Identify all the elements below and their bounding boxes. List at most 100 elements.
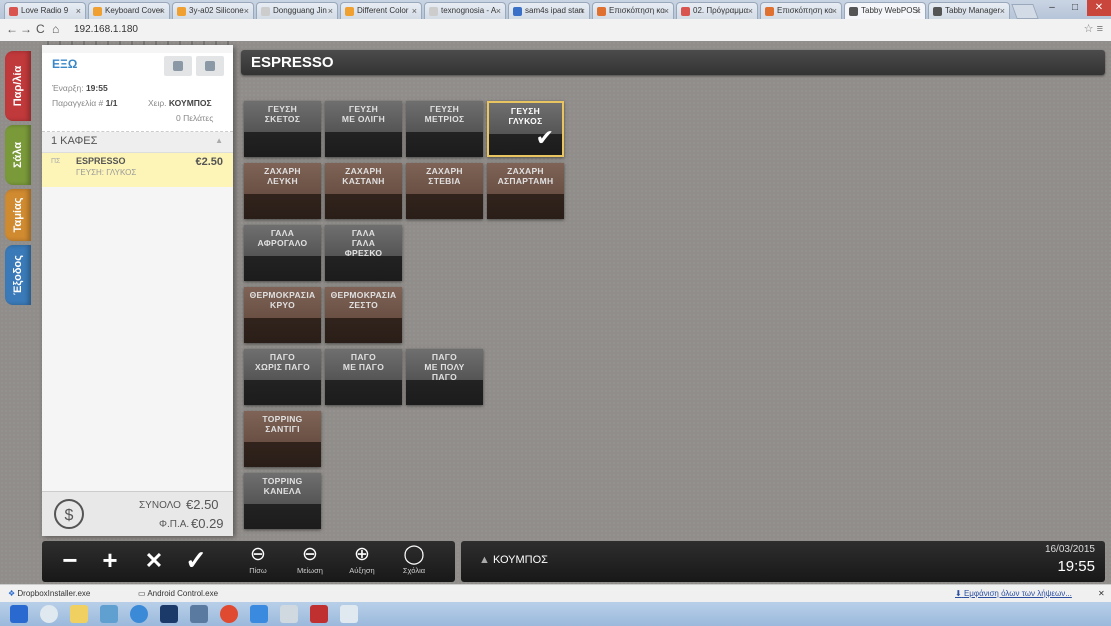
reload-icon[interactable]: C [36,22,45,36]
bookmark-star-icon[interactable]: ☆ ≡ [1084,22,1103,35]
paint-icon[interactable] [280,605,298,623]
option-tile[interactable]: ΓΑΛΑ ΓΑΛΑ ΦΡΕΣΚΟ [325,225,402,281]
minimize-button[interactable]: – [1041,0,1063,16]
option-tile[interactable]: ΖΑΧΑΡΗ ΚΑΣΤΑΝΗ [325,163,402,219]
start-icon[interactable] [10,605,28,623]
option-tile[interactable]: ΓΕΥΣΗ ΜΕΤΡΙΟΣ [406,101,483,157]
maximize-button[interactable]: □ [1064,0,1086,16]
option-tile[interactable]: ΘΕΡΜΟΚΡΑΣΙΑ ΚΡΥΟ [244,287,321,343]
option-label-line: ΓΑΛΑ [351,228,376,238]
order-mode: ΕΞΩ [52,57,78,71]
increase-button[interactable]: ⊕ Αύξηση [342,544,382,580]
decrease-button[interactable]: ⊖ Μείωση [290,544,330,580]
tab-close-icon[interactable]: × [832,3,837,19]
url-field[interactable]: 192.168.1.180 [74,22,1064,37]
close-window-button[interactable]: ✕ [1087,0,1111,16]
tab-close-icon[interactable]: × [412,3,417,19]
option-label-line: TOPPING [262,476,303,486]
app-icon[interactable] [250,605,268,623]
tab-close-icon[interactable]: × [160,3,165,19]
order-line-item[interactable]: ΠΣ ESPRESSO ΓΕΥΣΗ: ΓΛΥΚΟΣ €2.50 [42,153,233,187]
payment-coins-icon[interactable]: $ [54,499,84,529]
tab-close-icon[interactable]: × [76,3,81,19]
option-label-line: ΧΩΡΙΣ ΠΑΓΟ [255,362,310,372]
option-tile[interactable]: ΘΕΡΜΟΚΡΑΣΙΑ ΖΕΣΤΟ [325,287,402,343]
option-label-line: ΑΣΠΑΡΤΑΜΗ [497,176,554,186]
side-tab[interactable]: Έξοδος [5,245,31,305]
side-tab[interactable]: Ταμίας [5,189,31,241]
option-label-line: ΘΕΡΜΟΚΡΑΣΙΑ [249,290,316,300]
download-item[interactable]: ▭ Android Control.exe [138,589,218,598]
show-all-downloads-link[interactable]: ⬇ Εμφάνιση όλων των λήψεων... [955,589,1072,598]
option-tile[interactable]: ΓΕΥΣΗ ΓΛΥΚΟΣ ✔ [487,101,564,157]
item-name: ESPRESSO [76,156,126,166]
option-tile[interactable]: ΖΑΧΑΡΗ ΑΣΠΑΡΤΑΜΗ [487,163,564,219]
tab-close-icon[interactable]: × [664,3,669,19]
start-time: Έναρξη: 19:55 [52,83,108,93]
category-header[interactable]: 1 ΚΑΦΕΣ ▲ [42,132,233,153]
side-tab[interactable]: Σάλα [5,125,31,185]
tab-close-icon[interactable]: × [748,3,753,19]
side-tab-label: Σάλα [12,141,24,169]
option-tile[interactable]: ΖΑΧΑΡΗ ΛΕΥΚΗ [244,163,321,219]
comments-button[interactable]: ◯ Σχόλια [394,544,434,580]
red-app-icon[interactable] [310,605,328,623]
folder-icon[interactable] [70,605,88,623]
forward-arrow-icon[interactable]: → [20,22,32,36]
home-icon[interactable]: ⌂ [52,22,59,36]
tab-close-icon[interactable]: × [244,3,249,19]
option-tile[interactable]: TOPPING ΣΑΝΤΙΓΙ [244,411,321,467]
option-label: ΖΑΧΑΡΗ ΛΕΥΚΗ [244,166,321,186]
browser-tab[interactable]: Keyboard Cover × [88,2,170,19]
back-arrow-icon[interactable]: ← [6,22,18,36]
browser-tab[interactable]: Love Radio 9 × [4,2,86,19]
notepad-icon[interactable] [340,605,358,623]
option-tile[interactable]: ΓΑΛΑ ΑΦΡΟΓΑΛΟ [244,225,321,281]
browser-tab[interactable]: Dongguang Jin × [256,2,338,19]
chrome-icon[interactable] [220,605,238,623]
download-item[interactable]: ❖ DropboxInstaller.exe [8,589,90,598]
transfer-button[interactable] [196,56,224,76]
browser-tab[interactable]: Επισκόπηση κο × [592,2,674,19]
back-button[interactable]: ⊖ Πίσω [238,544,278,580]
photoshop-icon[interactable] [160,605,178,623]
totals-area: $ ΣΥΝΟΛΟ €2.50 Φ.Π.Α. €0.29 [42,491,233,536]
confirm-button[interactable]: ✓ [180,545,212,576]
option-label-line: ΓΕΥΣΗ [429,104,460,114]
tab-close-icon[interactable]: × [916,3,921,19]
option-tile[interactable]: ΠΑΓΟ ΧΩΡΙΣ ΠΑΓΟ [244,349,321,405]
collapse-caret-icon[interactable]: ▲ [215,136,223,145]
minus-button[interactable]: − [54,545,86,576]
option-tile[interactable]: ΠΑΓΟ ΜΕ ΠΟΛΥ ΠΑΓΟ [406,349,483,405]
browser-tab[interactable]: Different Color × [340,2,422,19]
option-tile[interactable]: TOPPING ΚΑΝΕΛΑ [244,473,321,529]
option-label: ΠΑΓΟ ΧΩΡΙΣ ΠΑΓΟ [244,352,321,372]
ie-icon[interactable] [130,605,148,623]
tab-close-icon[interactable]: × [328,3,333,19]
side-tab[interactable]: Παρ/λία [5,51,31,121]
option-tile[interactable]: ΖΑΧΑΡΗ ΣΤΕΒΙΑ [406,163,483,219]
customer-button[interactable] [164,56,192,76]
option-label-line: ΜΕ ΠΑΓΟ [342,362,385,372]
delete-button[interactable]: ✕ [138,548,170,574]
close-downloads-icon[interactable]: ✕ [1098,589,1105,598]
browser-tab[interactable]: 02. Πρόγραμμα × [676,2,758,19]
tab-close-icon[interactable]: × [580,3,585,19]
tab-close-icon[interactable]: × [496,3,501,19]
option-label-line: ΜΕ ΟΛΙΓΗ [341,114,386,124]
browser-tab[interactable]: texnognosia - A × [424,2,506,19]
new-tab-button[interactable] [1011,4,1039,19]
browser-tab[interactable]: sam4s ipad stan × [508,2,590,19]
browser-tab[interactable]: Επισκόπηση κο × [760,2,842,19]
browser-tab[interactable]: 3y-a02 Silicone × [172,2,254,19]
tab-close-icon[interactable]: × [1000,3,1005,19]
monitor-icon[interactable] [190,605,208,623]
plus-button[interactable]: + [94,545,126,576]
chrome-taskbar-icon[interactable] [40,605,58,623]
browser-tab[interactable]: Tabby WebPOS! × [844,2,926,19]
browser-tab[interactable]: Tabby Manager × [928,2,1010,19]
camera-icon[interactable] [100,605,118,623]
option-tile[interactable]: ΓΕΥΣΗ ΣΚΕΤΟΣ [244,101,321,157]
option-tile[interactable]: ΓΕΥΣΗ ΜΕ ΟΛΙΓΗ [325,101,402,157]
option-tile[interactable]: ΠΑΓΟ ΜΕ ΠΑΓΟ [325,349,402,405]
